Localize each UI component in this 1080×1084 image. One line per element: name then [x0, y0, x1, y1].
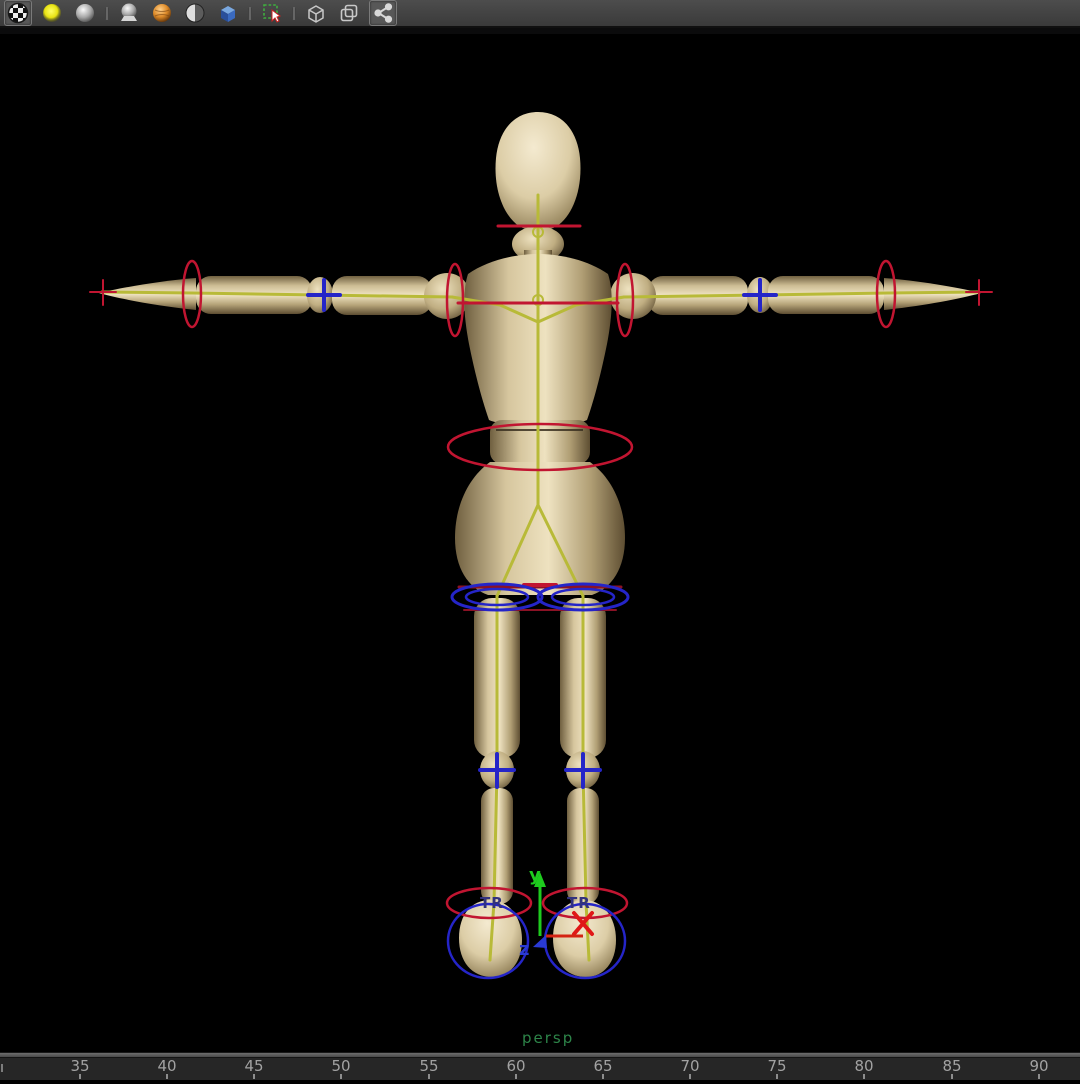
half-shaded-sphere-icon	[185, 3, 205, 23]
frame-tick	[340, 1074, 342, 1079]
axis-y-label: y	[529, 865, 541, 886]
timeline-frame[interactable]: 50	[329, 1059, 353, 1080]
timeline-frame[interactable]: 75	[765, 1059, 789, 1080]
checker-sphere-icon	[7, 2, 29, 24]
frame-number: 75	[767, 1057, 787, 1075]
blue-shaded-cube-icon	[221, 6, 235, 22]
wireframe-cube-button[interactable]	[303, 1, 329, 25]
right-ankle-tr-label: TR	[567, 894, 591, 912]
timeline-frame[interactable]: 70	[678, 1059, 702, 1080]
timeline-frame[interactable]: 55	[417, 1059, 441, 1080]
yellow-light-sphere-icon	[43, 4, 61, 22]
frame-number: 50	[331, 1057, 351, 1075]
frame-tick	[602, 1074, 604, 1079]
left-hand-ik-cross[interactable]	[89, 279, 117, 306]
toolbar-separator	[105, 6, 109, 20]
frame-number: 40	[157, 1057, 177, 1075]
viewport-3d[interactable]: y z TR TR persp	[0, 0, 1080, 1080]
orange-sphere-button[interactable]	[149, 1, 175, 25]
wireframe-cube-icon	[308, 5, 324, 23]
overlapping-squares-icon	[340, 4, 358, 22]
frame-tick	[515, 1074, 517, 1079]
time-slider[interactable]: 35 40 45 50 55 60 65 70 75 80 85 90	[0, 1052, 1080, 1080]
frame-number: 80	[854, 1057, 874, 1075]
sphere-on-plane-button[interactable]	[116, 1, 142, 25]
left-ankle-tr-label: TR	[480, 894, 504, 912]
timeline-frame[interactable]: 90	[1027, 1059, 1051, 1080]
frame-number: 65	[593, 1057, 613, 1075]
frame-tick	[253, 1074, 255, 1079]
timeline-frame[interactable]: 40	[155, 1059, 179, 1080]
frame-number: 90	[1029, 1057, 1049, 1075]
viewport-toolbar	[0, 0, 1080, 28]
menu-strip	[0, 28, 1080, 34]
frame-tick	[428, 1074, 430, 1079]
frame-tick	[776, 1074, 778, 1079]
toolbar-separator	[292, 6, 296, 20]
blue-cube-button[interactable]	[215, 1, 241, 25]
timeline-frame[interactable]: 35	[68, 1059, 92, 1080]
orange-textured-sphere-icon	[153, 4, 171, 22]
timeline-frame[interactable]: 65	[591, 1059, 615, 1080]
marquee-select-button[interactable]	[259, 1, 285, 25]
pelvis[interactable]	[455, 462, 625, 595]
checker-sphere-button[interactable]	[4, 0, 32, 26]
yellow-light-button[interactable]	[39, 1, 65, 25]
frame-tick	[863, 1074, 865, 1079]
toolbar-separator	[248, 6, 252, 20]
axis-z-arrowhead[interactable]	[533, 935, 547, 948]
frame-number: 60	[506, 1057, 526, 1075]
sphere-on-plane-icon	[121, 3, 137, 21]
frame-tick	[689, 1074, 691, 1079]
frame-tick	[1038, 1074, 1040, 1079]
timeline-frame[interactable]: 80	[852, 1059, 876, 1080]
frame-number: 55	[419, 1057, 439, 1075]
half-shaded-sphere-button[interactable]	[182, 1, 208, 25]
share-network-icon	[374, 3, 393, 23]
frame-number: 70	[680, 1057, 700, 1075]
gray-sphere-icon	[76, 4, 94, 22]
gray-sphere-button[interactable]	[72, 1, 98, 25]
timeline-edge-tick	[1, 1064, 3, 1072]
timeline-frame[interactable]: 60	[504, 1059, 528, 1080]
scene-mannequin-rig[interactable]: y z TR TR persp	[0, 0, 1080, 1080]
frame-number: 85	[942, 1057, 962, 1075]
timeline-frame[interactable]: 85	[940, 1059, 964, 1080]
frame-tick	[166, 1074, 168, 1079]
frame-number: 35	[70, 1057, 90, 1075]
share-network-button[interactable]	[369, 0, 397, 26]
timeline-frame[interactable]: 45	[242, 1059, 266, 1080]
frame-number: 45	[244, 1057, 264, 1075]
frame-tick	[79, 1074, 81, 1079]
marquee-select-cursor-icon	[263, 4, 282, 23]
axis-z-label: z	[519, 939, 529, 960]
right-hand-ik-cross[interactable]	[965, 279, 993, 306]
camera-label-persp: persp	[522, 1029, 574, 1047]
overlapping-squares-button[interactable]	[336, 1, 362, 25]
mannequin-body[interactable]	[99, 112, 981, 977]
frame-tick	[951, 1074, 953, 1079]
